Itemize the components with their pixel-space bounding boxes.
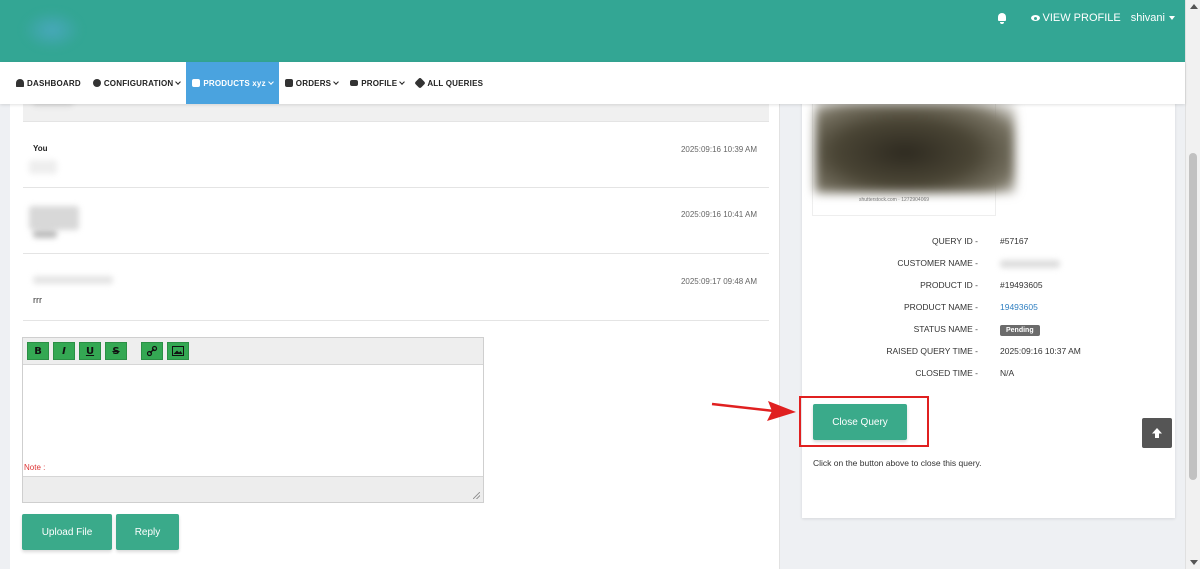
info-label: RAISED QUERY TIME - (886, 346, 978, 356)
message-time: 2025:09:16 10:41 AM (680, 210, 757, 219)
info-label: CUSTOMER NAME - (897, 258, 978, 268)
info-value: N/A (1000, 368, 1015, 378)
message-text: rrr (33, 295, 42, 305)
nav-item-label: DASHBOARD (27, 78, 81, 88)
nav-item-label: CONFIGURATION (103, 78, 174, 88)
italic-button[interactable]: I (53, 342, 75, 360)
bell-icon[interactable] (997, 12, 1007, 24)
message-author: You (33, 144, 48, 153)
arrow-up-icon (1152, 428, 1162, 438)
highlight-box (799, 396, 929, 447)
eye-icon (1030, 15, 1040, 22)
image-button[interactable] (167, 342, 189, 360)
queries-icon (414, 77, 426, 89)
username: shivani (1130, 12, 1165, 24)
scrollbar-thumb[interactable] (1189, 153, 1197, 480)
scroll-up-icon[interactable] (1190, 4, 1198, 9)
conversation-panel: You 2025:09:16 10:39 AM 2025:09:16 10:41… (10, 98, 780, 569)
editor-footer (23, 476, 483, 502)
info-row-query-id: QUERY ID - #57167 (802, 236, 1175, 258)
upload-file-button[interactable]: Upload File (22, 514, 112, 550)
scroll-to-top-button[interactable] (1142, 418, 1172, 448)
nav-item-profile[interactable]: PROFILE (344, 62, 410, 104)
info-row-closed-time: CLOSED TIME - N/A (802, 368, 1175, 390)
view-profile-link[interactable]: VIEW PROFILE (1030, 12, 1121, 24)
info-row-customer-name: CUSTOMER NAME - (802, 258, 1175, 280)
chevron-down-icon (175, 78, 182, 85)
clipboard-icon (284, 79, 293, 87)
caret-down-icon (1169, 16, 1175, 21)
page-scrollbar[interactable] (1185, 0, 1200, 569)
header-actions: VIEW PROFILE shivani (997, 12, 1175, 24)
info-label: PRODUCT NAME - (904, 302, 978, 312)
nav-item-label: PRODUCTS xyz (203, 78, 266, 88)
blurred-text (33, 230, 57, 238)
strikethrough-button[interactable]: S (105, 342, 127, 360)
info-row-status-name: STATUS NAME - Pending (802, 324, 1175, 346)
link-button[interactable] (141, 342, 163, 360)
dashboard-icon (16, 79, 24, 87)
resize-handle-icon[interactable] (473, 492, 480, 499)
status-badge: Pending (1000, 325, 1040, 336)
message-item: 2025:09:17 09:48 AM rrr (23, 254, 769, 321)
blurred-text (1000, 260, 1060, 268)
info-row-raised-time: RAISED QUERY TIME - 2025:09:16 10:37 AM (802, 346, 1175, 368)
info-value: #19493605 (1000, 280, 1043, 290)
top-header: VIEW PROFILE shivani (0, 0, 1185, 62)
scroll-down-icon[interactable] (1190, 560, 1198, 565)
blurred-author (33, 276, 113, 284)
link-icon (146, 345, 158, 357)
products-icon (192, 79, 201, 87)
red-arrow-annotation (711, 401, 796, 421)
view-profile-label: VIEW PROFILE (1042, 12, 1121, 24)
chevron-down-icon (267, 78, 274, 85)
nav-item-all-queries[interactable]: ALL QUERIES (410, 62, 489, 104)
blurred-author (29, 206, 79, 230)
underline-button[interactable]: U (79, 342, 101, 360)
nav-item-label: ALL QUERIES (427, 78, 484, 88)
nav-item-orders[interactable]: ORDERS (279, 62, 344, 104)
info-label: CLOSED TIME - (915, 368, 978, 378)
nav-item-dashboard[interactable]: DASHBOARD (10, 62, 87, 104)
nav-item-configuration[interactable]: CONFIGURATION (87, 62, 187, 104)
message-item: 2025:09:16 10:41 AM (23, 188, 769, 254)
message-time: 2025:09:16 10:39 AM (680, 145, 757, 154)
image-caption: shutterstock.com · 1272904069 (859, 197, 930, 203)
reply-button[interactable]: Reply (116, 514, 179, 550)
editor-toolbar: B I U S (23, 338, 483, 365)
product-name-link[interactable]: 19493605 (1000, 302, 1038, 312)
chevron-down-icon (399, 78, 406, 85)
product-image: shutterstock.com · 1272904069 (812, 100, 1015, 216)
info-label: STATUS NAME - (913, 324, 978, 334)
close-query-hint: Click on the button above to close this … (813, 458, 982, 468)
user-menu[interactable]: shivani (1131, 12, 1175, 24)
chevron-down-icon (333, 78, 340, 85)
bold-button[interactable]: B (27, 342, 49, 360)
note-label: Note : (24, 463, 46, 472)
message-item: You 2025:09:16 10:39 AM (23, 122, 769, 188)
blurred-text (29, 160, 57, 174)
gear-icon (92, 79, 101, 87)
blurred-image (815, 103, 1015, 193)
message-time: 2025:09:17 09:48 AM (680, 277, 757, 286)
nav-item-label: PROFILE (361, 78, 398, 88)
editor-textarea[interactable] (23, 365, 483, 476)
main-nav: DASHBOARD CONFIGURATION PRODUCTS xyz ORD… (0, 62, 1185, 104)
info-value-status: Pending (1000, 324, 1040, 336)
query-details-panel: shutterstock.com · 1272904069 QUERY ID -… (802, 100, 1175, 518)
info-label: PRODUCT ID - (920, 280, 978, 290)
info-row-product-name: PRODUCT NAME - 19493605 (802, 302, 1175, 324)
nav-item-label: ORDERS (295, 78, 332, 88)
info-label: QUERY ID - (932, 236, 978, 246)
nav-item-products[interactable]: PRODUCTS xyz (186, 62, 279, 104)
id-card-icon (350, 80, 359, 86)
reply-editor: B I U S (22, 337, 484, 503)
info-value: 2025:09:16 10:37 AM (1000, 346, 1081, 356)
info-value: #57167 (1000, 236, 1029, 246)
image-icon (172, 346, 184, 356)
info-row-product-id: PRODUCT ID - #19493605 (802, 280, 1175, 302)
logo[interactable] (22, 10, 82, 50)
